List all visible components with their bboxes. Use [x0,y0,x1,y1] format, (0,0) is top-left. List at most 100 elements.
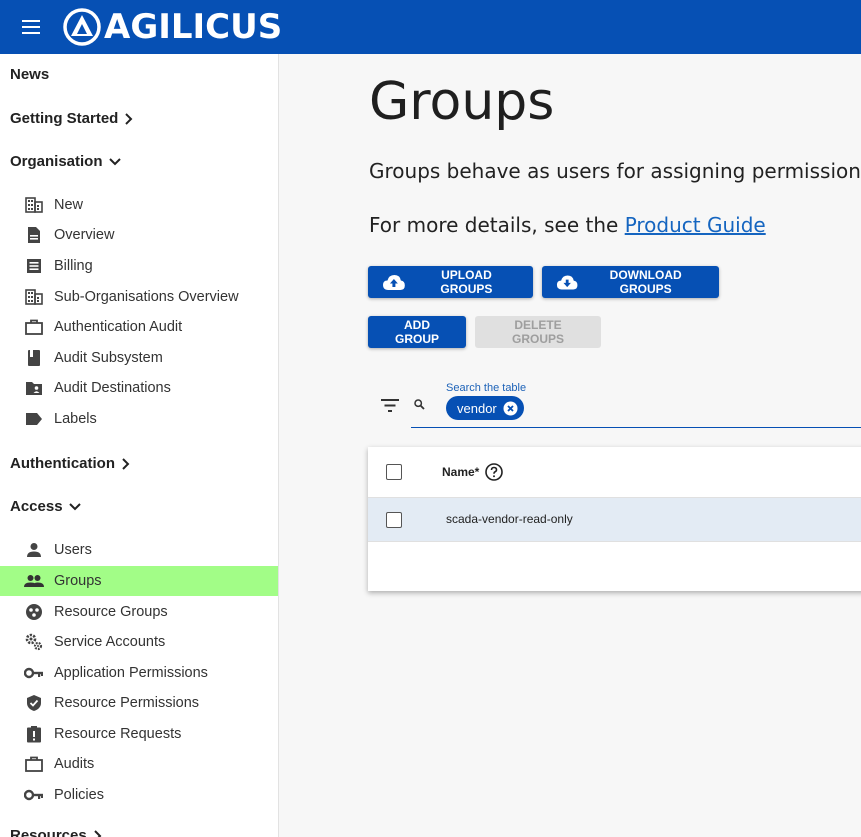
download-groups-label: DOWNLOAD GROUPS [609,268,682,296]
sidebar-item-label: Authentication Audit [54,319,183,335]
key-icon [24,663,44,683]
sidebar-item-label: Billing [54,258,93,274]
people-icon [24,571,44,591]
details-prefix: For more details, see the [369,213,625,237]
sidebar-item-authentication-audit[interactable]: Authentication Audit [0,312,278,342]
help-icon[interactable] [485,463,504,481]
person-icon [24,540,44,560]
sidebar-item-label: Sub-Organisations Overview [54,289,239,305]
report-clipboard-icon [24,724,44,744]
group-name-cell: scada-vendor-read-only [446,512,573,526]
sidebar-item-service-accounts[interactable]: Service Accounts [0,627,278,657]
sidebar-item-billing[interactable]: Billing [0,251,278,281]
column-header-name[interactable]: Name* [442,463,504,481]
sidebar-item-users[interactable]: Users [0,535,278,565]
sidebar-section-label: Access [10,498,63,515]
menu-button[interactable] [0,0,62,54]
search-label: Search the table [446,382,527,394]
row-checkbox[interactable] [386,512,402,528]
sidebar-item-resource-groups[interactable]: Resource Groups [0,597,278,627]
sidebar-item-label: Groups [54,573,102,589]
sidebar-item-label: Resource Requests [54,726,182,742]
sidebar-item-application-permissions[interactable]: Application Permissions [0,658,278,688]
sidebar-item-new[interactable]: New [0,190,278,220]
sidebar-item-label: Service Accounts [54,634,166,650]
delete-groups-button[interactable]: DELETE GROUPS [475,316,601,348]
sidebar-section-organisation[interactable]: Organisation [10,153,121,170]
sidebar-item-label: Audit Subsystem [54,350,163,366]
filter-button[interactable] [381,399,399,417]
domain-icon [24,195,44,215]
book-icon [24,348,44,368]
agilicus-logo-icon [63,8,101,46]
brand-name: AGILICUS [104,7,283,47]
sidebar-nav: News Getting Started Organisation New Ov… [0,54,279,837]
sidebar-item-label: Overview [54,227,115,243]
sidebar-item-audits[interactable]: Audits [0,749,278,779]
sidebar-section-label: Organisation [10,153,103,170]
select-all-checkbox[interactable] [386,464,402,480]
product-guide-link[interactable]: Product Guide [625,213,766,237]
sidebar-section-access[interactable]: Access [10,498,81,515]
sidebar-item-labels[interactable]: Labels [0,404,278,434]
column-header-label: Name* [442,465,480,479]
remove-chip-icon[interactable] [503,401,518,416]
top-app-bar: AGILICUS [0,0,861,54]
filter-list-icon [381,399,399,412]
folder-shared-icon [24,378,44,398]
sidebar-section-resources[interactable]: Resources [10,827,103,837]
sidebar-item-label: New [54,197,84,213]
sidebar-item-sub-organisations-overview[interactable]: Sub-Organisations Overview [0,282,278,312]
table-header: Name* [368,447,861,498]
sidebar-item-label: Resource Permissions [54,695,200,711]
sidebar-item-audit-destinations[interactable]: Audit Destinations [0,373,278,403]
add-group-label: ADD GROUP [394,318,439,346]
upload-groups-label: UPLOAD GROUPS [440,268,493,296]
hamburger-menu-icon [22,20,40,34]
sidebar-item-label: Audits [54,756,95,772]
chevron-right-icon [124,112,134,125]
cloud-upload-icon [382,275,405,290]
briefcase-icon [24,317,44,337]
add-group-button[interactable]: ADD GROUP [368,316,466,348]
sidebar-item-label: Users [54,542,92,558]
briefcase-icon [24,754,44,774]
sidebar-item-label: Audit Destinations [54,380,171,396]
sidebar-item-label: Resource Groups [54,604,168,620]
groups-table: Name* scada-vendor-read-only [368,447,861,591]
label-icon [24,409,44,429]
description-icon [24,225,44,245]
sidebar-section-label: News [10,66,50,83]
search-chip-label: vendor [457,400,497,416]
sidebar-item-policies[interactable]: Policies [0,780,278,810]
sidebar-item-label: Labels [54,411,97,427]
receipt-icon [24,256,44,276]
table-row[interactable]: scada-vendor-read-only [368,498,861,542]
search-chip[interactable]: vendor [446,396,524,420]
sidebar-section-label: Resources [10,827,87,837]
sidebar-item-overview[interactable]: Overview [0,220,278,250]
table-search-field[interactable]: Search the table vendor [411,377,861,428]
delete-groups-label: DELETE GROUPS [511,318,564,346]
sidebar-item-label: Application Permissions [54,665,208,681]
download-groups-button[interactable]: DOWNLOAD GROUPS [542,266,719,298]
upload-groups-button[interactable]: UPLOAD GROUPS [368,266,533,298]
brand-logo[interactable]: AGILICUS [62,7,282,47]
page-description: Groups behave as users for assigning per… [369,159,861,183]
sidebar-section-label: Getting Started [10,110,119,127]
sidebar-item-label: Policies [54,787,104,803]
settings-gears-icon [24,632,44,652]
sidebar-section-news[interactable]: News [10,66,49,83]
sidebar-section-label: Authentication [10,455,115,472]
sidebar-item-resource-permissions[interactable]: Resource Permissions [0,688,278,718]
sidebar-item-groups[interactable]: Groups [0,566,278,596]
sidebar-section-getting-started[interactable]: Getting Started [10,110,134,127]
sidebar-item-audit-subsystem[interactable]: Audit Subsystem [0,343,278,373]
search-icon [414,399,425,410]
group-work-icon [24,602,44,622]
chevron-down-icon [68,502,81,512]
key-icon [24,785,44,805]
sidebar-section-authentication[interactable]: Authentication [10,455,131,472]
verified-shield-icon [24,693,44,713]
sidebar-item-resource-requests[interactable]: Resource Requests [0,719,278,749]
